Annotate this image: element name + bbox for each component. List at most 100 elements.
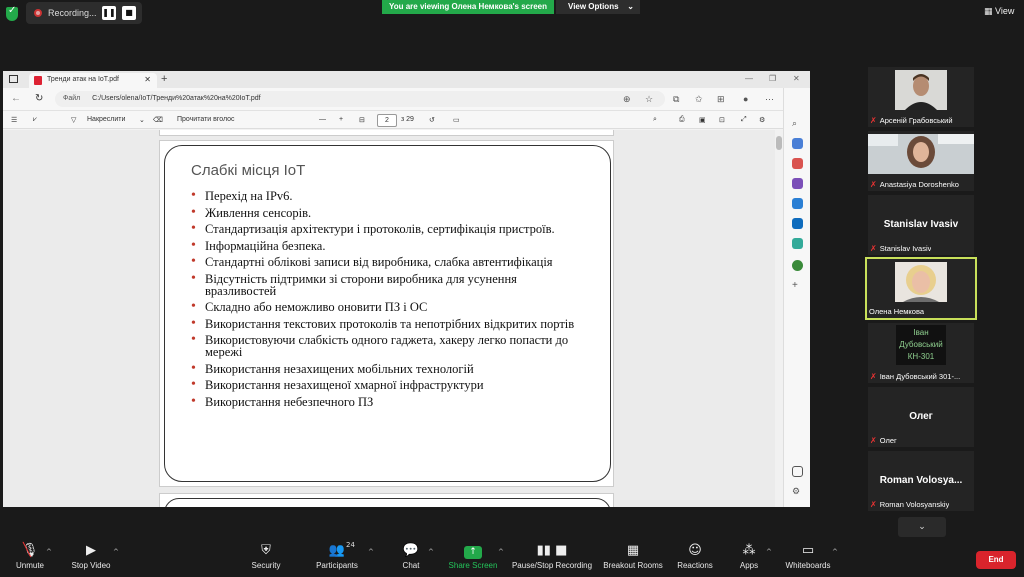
add-icon[interactable]: +	[792, 280, 803, 291]
read-aloud-button[interactable]: Прочитати вголос	[177, 116, 235, 123]
back-icon[interactable]: ←	[11, 93, 21, 104]
view-button[interactable]: ▦ View	[984, 6, 1014, 17]
pause-stop-recording-button[interactable]: ▮▮ ■ Pause/Stop Recording	[510, 543, 594, 570]
chat-button[interactable]: 💬 Chat	[398, 543, 424, 570]
stop-recording-icon[interactable]: ■	[122, 6, 136, 20]
refresh-icon[interactable]: ↻	[35, 93, 43, 104]
muted-mic-icon: ✗	[870, 244, 877, 253]
sidebar-layout-icon[interactable]	[792, 466, 803, 477]
participant-tile[interactable]: ✗ Арсеній Грабовський	[868, 67, 974, 127]
chevron-down-icon[interactable]: ⌄	[139, 116, 145, 124]
list-item: Живлення сенсорів.	[191, 206, 591, 219]
games-icon[interactable]	[792, 178, 803, 189]
fullscreen-icon[interactable]: ⤢	[741, 116, 747, 124]
participant-tile[interactable]: Roman Volosya... ✗ Roman Volosyanskiy	[868, 451, 974, 511]
grid-icon: ▦	[984, 7, 993, 17]
contents-icon[interactable]: ☰	[11, 116, 17, 124]
search-icon[interactable]: ⌕	[653, 116, 657, 124]
participants-label: Participants	[316, 561, 358, 570]
page-number-input[interactable]: 2	[377, 114, 397, 127]
outlook-icon[interactable]	[792, 218, 803, 229]
whiteboards-button[interactable]: ▭ Whiteboards	[784, 543, 832, 570]
eraser-icon[interactable]: ⌫	[153, 116, 163, 124]
settings-gear-icon[interactable]: ⚙	[792, 486, 803, 497]
shopping-icon[interactable]	[792, 138, 803, 149]
rotate-icon[interactable]: ↺	[429, 116, 435, 124]
minimize-icon[interactable]: —	[745, 74, 753, 83]
security-shield-icon[interactable]	[6, 5, 18, 21]
close-window-icon[interactable]: ✕	[793, 74, 800, 83]
zoom-icon[interactable]: ⊕	[623, 94, 631, 105]
more-menu-icon[interactable]: ⋯	[765, 94, 774, 105]
participant-tile[interactable]: Олег ✗ Олег	[868, 387, 974, 447]
tab-actions-icon[interactable]	[9, 75, 18, 83]
save-icon[interactable]: ▣	[699, 116, 706, 124]
stop-video-button[interactable]: ▶ Stop Video	[68, 543, 114, 570]
page-count: з 29	[401, 116, 414, 123]
collections-icon[interactable]: ⊞	[717, 94, 725, 105]
participant-tile[interactable]: Іван Дубовський КН-301 ✗ Іван Дубовський …	[868, 323, 974, 383]
print-icon[interactable]: ⎙	[679, 116, 685, 124]
participant-tile-active-speaker[interactable]: Олена Немкова	[865, 257, 977, 320]
zoom-in-icon[interactable]: +	[339, 116, 343, 123]
save-as-icon[interactable]: ⊡	[719, 116, 725, 124]
browser-tab[interactable]: Тренди атак на IoT.pdf ✕	[29, 73, 157, 88]
view-options-button[interactable]: View Options ⌄	[556, 0, 640, 14]
list-item: Стандартні облікові записи від виробника…	[191, 256, 591, 269]
zoom-out-icon[interactable]: —	[319, 116, 326, 123]
pause-recording-icon[interactable]: ❚❚	[102, 6, 116, 20]
settings-gear-icon[interactable]: ⚙	[759, 116, 765, 124]
chat-options-caret[interactable]: ^	[428, 548, 434, 556]
apps-button[interactable]: ⁂ Apps	[738, 543, 760, 570]
tree-icon[interactable]	[792, 260, 803, 271]
share-options-caret[interactable]: ^	[498, 548, 504, 556]
draw-icon[interactable]: ▽	[71, 116, 76, 124]
unmute-button[interactable]: 🎙 ╲ Unmute	[14, 543, 46, 570]
profile-avatar-icon[interactable]: ●	[743, 94, 748, 104]
video-options-caret[interactable]: ^	[113, 548, 119, 556]
fit-page-icon[interactable]: ⊟	[359, 116, 365, 124]
participant-name: ✗ Roman Volosyanskiy	[870, 500, 950, 509]
pdf-viewport[interactable]: Слабкі місця IoT Перехід на IPv6. Живлен…	[3, 130, 775, 507]
share-screen-button[interactable]: ↑ Share Screen	[448, 543, 498, 570]
meeting-toolbar: 🎙 ╲ Unmute ^ ▶ Stop Video ^ ⛨ Security 👥 2…	[0, 539, 1024, 577]
tools-icon[interactable]	[792, 158, 803, 169]
close-tab-icon[interactable]: ✕	[144, 75, 151, 84]
muted-mic-icon: 🎙 ╲	[21, 543, 39, 558]
audio-options-caret[interactable]: ^	[46, 548, 52, 556]
browser-tab-bar: Тренди атак на IoT.pdf ✕ + — ❐ ✕	[3, 71, 810, 88]
participants-button[interactable]: 👥 24 Participants	[312, 541, 362, 570]
list-item: Перехід на IPv6.	[191, 190, 591, 203]
new-tab-icon[interactable]: +	[161, 73, 167, 85]
office-icon[interactable]	[792, 198, 803, 209]
drop-icon[interactable]	[792, 238, 803, 249]
participants-options-caret[interactable]: ^	[368, 548, 374, 556]
split-screen-icon[interactable]: ⧉	[673, 94, 679, 105]
participant-tile[interactable]: Stanislav Ivasiv ✗ Stanislav Ivasiv	[868, 195, 974, 255]
reactions-button[interactable]: ☺ Reactions	[676, 543, 714, 570]
breakout-rooms-button[interactable]: ▦ Breakout Rooms	[602, 543, 664, 570]
page-view-icon[interactable]: ▭	[453, 116, 460, 124]
view-button-label: View	[995, 6, 1015, 16]
muted-mic-icon: ✗	[870, 500, 877, 509]
url-text: C:/Users/olena/IoT/Тренди%20атак%20на%20…	[92, 95, 261, 102]
address-bar[interactable]: Файл C:/Users/olena/IoT/Тренди%20атак%20…	[55, 91, 665, 107]
participant-name: ✗ Stanislav Ivasiv	[870, 244, 932, 253]
security-button[interactable]: ⛨ Security	[248, 543, 284, 570]
search-icon[interactable]: ⌕	[792, 118, 803, 129]
pdf-scrollbar[interactable]	[775, 130, 783, 507]
end-meeting-button[interactable]: End	[976, 551, 1016, 569]
tab-title: Тренди атак на IoT.pdf	[47, 76, 119, 83]
draw-label[interactable]: Накреслити	[87, 116, 125, 123]
participant-video	[895, 70, 947, 110]
scroll-participants-down-button[interactable]: ⌄	[898, 517, 946, 537]
favorites-icon[interactable]: ✩	[695, 94, 703, 105]
maximize-icon[interactable]: ❐	[769, 74, 776, 83]
slide-title: Слабкі місця IoT	[191, 162, 306, 179]
scrollbar-thumb[interactable]	[776, 136, 782, 150]
participant-tile[interactable]: ✗ Anastasiya Doroshenko	[868, 131, 974, 191]
apps-options-caret[interactable]: ^	[766, 548, 772, 556]
whiteboards-options-caret[interactable]: ^	[832, 548, 838, 556]
favorite-star-icon[interactable]: ☆	[645, 94, 653, 105]
highlight-icon[interactable]: ⩗	[33, 116, 37, 124]
